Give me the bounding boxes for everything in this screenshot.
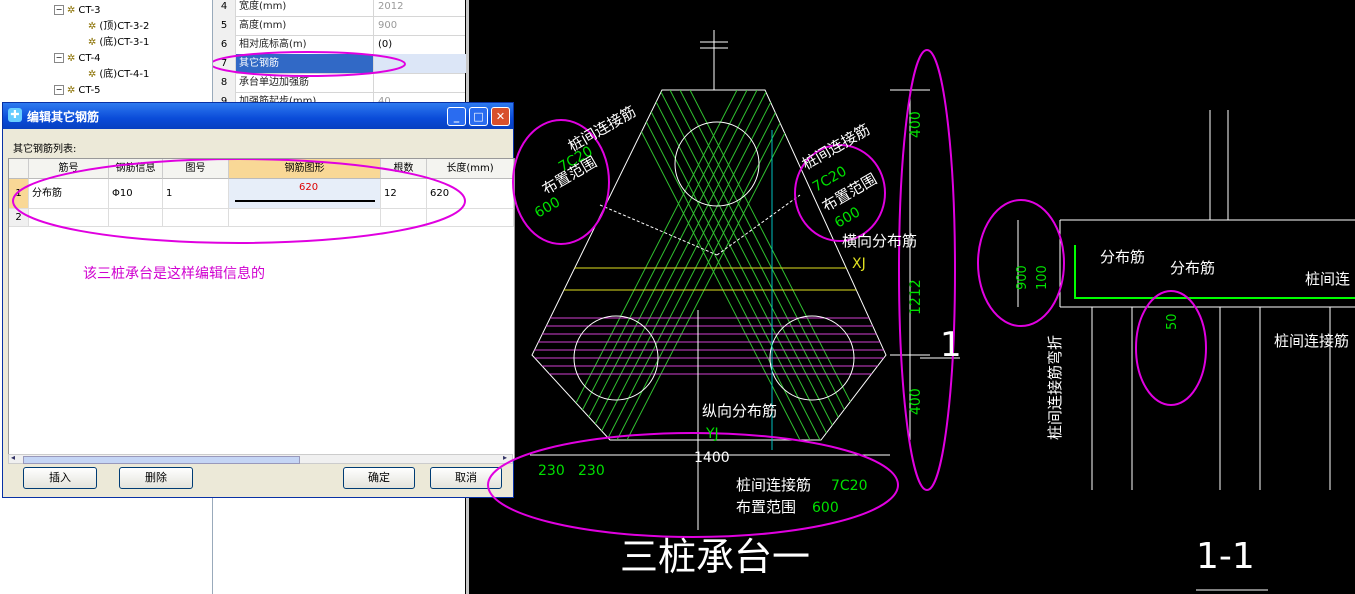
gear-icon: ✲ bbox=[88, 69, 97, 80]
cad-drawing[interactable]: 桩间连接筋 7C20 布置范围 600 桩间连接筋 7C20 布置范围 600 … bbox=[469, 0, 1355, 594]
tree-item[interactable]: − ✲ CT-4 bbox=[54, 51, 101, 67]
label-xj: XJ bbox=[852, 256, 866, 272]
dim-1212: 1212 bbox=[908, 279, 924, 315]
sec-dim-900: 900 bbox=[1015, 265, 1030, 290]
dialog-titlebar[interactable]: ✚ 编辑其它钢筋 _ □ ✕ bbox=[3, 103, 513, 129]
gear-icon: ✲ bbox=[67, 5, 76, 16]
annotation-note: 该三桩承台是这样编辑信息的 bbox=[83, 266, 265, 282]
label-range-bottom: 布置范围 bbox=[736, 498, 796, 516]
collapse-icon[interactable]: − bbox=[54, 53, 64, 63]
ok-button[interactable]: 确定 bbox=[343, 467, 415, 489]
minimize-button[interactable]: _ bbox=[447, 107, 466, 126]
list-label: 其它钢筋列表: bbox=[13, 144, 77, 155]
insert-button[interactable]: 插入 bbox=[23, 467, 97, 489]
collapse-icon[interactable]: − bbox=[54, 5, 64, 15]
drawing-title-section: 1-1 bbox=[1196, 536, 1255, 577]
label-range-bottom-val: 600 bbox=[812, 500, 839, 516]
app-icon: ✚ bbox=[8, 108, 22, 122]
gear-icon: ✲ bbox=[67, 85, 76, 96]
dim-230-b: 230 bbox=[578, 463, 605, 479]
sec-label-link-2: 桩间连接筋 bbox=[1274, 332, 1349, 350]
label-transverse: 横向分布筋 bbox=[842, 232, 917, 250]
gear-icon: ✲ bbox=[88, 21, 97, 32]
drawing-title-main: 三桩承台一 bbox=[620, 535, 810, 579]
dim-400-top: 400 bbox=[908, 111, 924, 138]
gear-icon: ✲ bbox=[88, 37, 97, 48]
label-yj: YJ bbox=[705, 426, 719, 442]
sec-label-dist-2: 分布筋 bbox=[1170, 259, 1215, 277]
tree-item[interactable]: ✲ (底)CT-3-1 bbox=[88, 35, 149, 51]
dim-400-bot: 400 bbox=[908, 388, 924, 415]
scroll-thumb[interactable] bbox=[23, 456, 300, 464]
rebar-table: 筋号 钢筋信息 图号 钢筋图形 根数 长度(mm) 1 分布筋 Φ10 1 62… bbox=[8, 158, 515, 460]
horizontal-scrollbar[interactable]: ◂ ▸ bbox=[8, 453, 513, 464]
label-range-left-val: 600 bbox=[532, 194, 563, 221]
annotation-ellipse bbox=[12, 159, 466, 244]
label-link-bottom-spec: 7C20 bbox=[831, 478, 868, 494]
gear-icon: ✲ bbox=[67, 53, 76, 64]
sec-label-vertical: 桩间连接筋弯折 bbox=[1046, 335, 1064, 440]
tree-item[interactable]: − ✲ CT-3 bbox=[54, 3, 101, 19]
delete-button[interactable]: 删除 bbox=[119, 467, 193, 489]
tree-item[interactable]: ✲ (顶)CT-3-2 bbox=[88, 19, 149, 35]
section-marker: 1 bbox=[940, 325, 962, 365]
label-link-bottom: 桩间连接筋 bbox=[736, 476, 811, 494]
label-longitudinal: 纵向分布筋 bbox=[702, 402, 777, 420]
sec-dim-50: 50 bbox=[1165, 313, 1180, 330]
tree-item[interactable]: − ✲ CT-5 bbox=[54, 83, 101, 99]
dialog-title: 编辑其它钢筋 bbox=[27, 110, 100, 124]
scroll-left-icon[interactable]: ◂ bbox=[11, 453, 15, 462]
dim-230-a: 230 bbox=[538, 463, 565, 479]
edit-other-rebar-dialog: ✚ 编辑其它钢筋 _ □ ✕ 其它钢筋列表: 筋号 钢筋信息 图号 钢筋图形 根… bbox=[2, 102, 515, 498]
dim-1400: 1400 bbox=[694, 450, 730, 466]
tree-item[interactable]: ✲ (底)CT-4-1 bbox=[88, 67, 149, 83]
sec-label-link-1: 桩间连 bbox=[1305, 270, 1350, 288]
sec-label-dist-1: 分布筋 bbox=[1100, 248, 1145, 266]
expand-icon[interactable]: − bbox=[54, 85, 64, 95]
sec-dim-100: 100 bbox=[1035, 265, 1050, 290]
section-drawing bbox=[1017, 110, 1355, 591]
